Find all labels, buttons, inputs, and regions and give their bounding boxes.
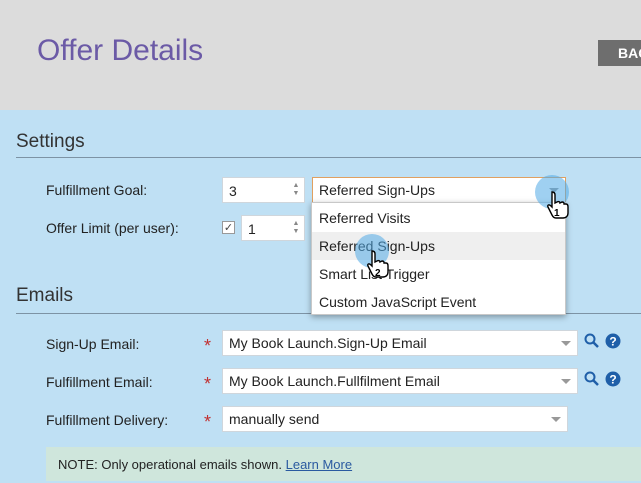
fulfillment-delivery-label: Fulfillment Delivery: <box>46 412 169 428</box>
dropdown-option[interactable]: Smart List Trigger <box>312 260 565 288</box>
search-icon[interactable] <box>584 333 600 349</box>
step-badge: 1 <box>554 208 560 219</box>
required-icon: * <box>204 374 212 394</box>
fulfillment-email-select[interactable]: My Book Launch.Fullfilment Email <box>222 368 578 394</box>
fulfillment-delivery-select[interactable]: manually send <box>222 406 568 432</box>
offer-limit-label: Offer Limit (per user): <box>46 220 179 236</box>
stepper-arrows-icon[interactable]: ▲ ▼ <box>292 182 300 198</box>
fulfillment-goal-dropdown: Referred Visits Referred Sign-Ups Smart … <box>311 202 566 315</box>
help-icon[interactable]: ? <box>605 371 621 387</box>
step-badge: 2 <box>375 268 381 279</box>
fulfillment-goal-stepper[interactable]: 3 ▲ ▼ <box>222 177 305 203</box>
page-title: Offer Details <box>37 34 204 67</box>
back-button[interactable]: BACK <box>598 40 641 66</box>
dropdown-option[interactable]: Custom JavaScript Event <box>312 288 565 316</box>
settings-divider <box>16 157 641 158</box>
learn-more-link[interactable]: Learn More <box>286 457 352 472</box>
offer-limit-value: 1 <box>248 221 256 237</box>
signup-email-value: My Book Launch.Sign-Up Email <box>229 335 427 351</box>
required-icon: * <box>204 412 212 432</box>
note-text: NOTE: Only operational emails shown. <box>58 457 282 472</box>
svg-text:?: ? <box>609 373 616 387</box>
fulfillment-goal-label: Fulfillment Goal: <box>46 182 148 198</box>
fulfillment-email-value: My Book Launch.Fullfilment Email <box>229 373 440 389</box>
dropdown-option[interactable]: Referred Sign-Ups <box>312 232 565 260</box>
chevron-down-icon <box>551 417 561 422</box>
offer-limit-checkbox[interactable]: ✓ <box>222 221 235 234</box>
fulfillment-email-label: Fulfillment Email: <box>46 374 153 390</box>
required-icon: * <box>204 336 212 356</box>
page-header: Offer Details BACK <box>0 0 641 110</box>
help-icon[interactable]: ? <box>605 333 621 349</box>
fulfillment-goal-select-value: Referred Sign-Ups <box>319 182 435 198</box>
dropdown-option[interactable]: Referred Visits <box>312 204 565 232</box>
settings-heading: Settings <box>16 131 85 152</box>
note-banner: NOTE: Only operational emails shown. Lea… <box>46 447 641 481</box>
emails-heading: Emails <box>16 285 74 306</box>
signup-email-label: Sign-Up Email: <box>46 336 140 352</box>
fulfillment-goal-value: 3 <box>229 183 237 199</box>
signup-email-select[interactable]: My Book Launch.Sign-Up Email <box>222 330 578 356</box>
fulfillment-delivery-value: manually send <box>229 411 320 427</box>
stepper-arrows-icon[interactable]: ▲ ▼ <box>292 220 300 236</box>
chevron-down-icon <box>561 379 571 384</box>
svg-text:?: ? <box>609 335 616 349</box>
offer-limit-stepper[interactable]: 1 ▲ ▼ <box>241 215 305 241</box>
fulfillment-goal-select[interactable]: Referred Sign-Ups <box>312 177 566 203</box>
chevron-down-icon <box>561 341 571 346</box>
search-icon[interactable] <box>584 371 600 387</box>
